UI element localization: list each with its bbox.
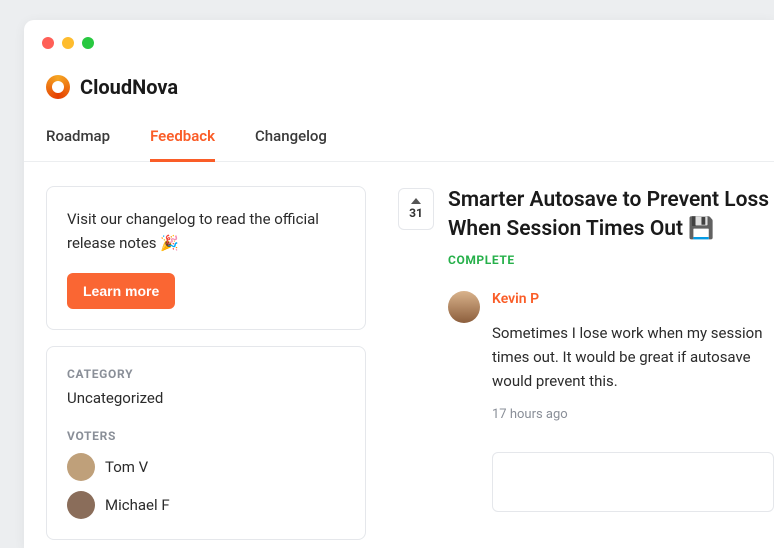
tab-feedback[interactable]: Feedback bbox=[150, 127, 215, 162]
window-controls bbox=[24, 20, 94, 49]
promo-card: Visit our changelog to read the official… bbox=[46, 186, 366, 330]
post-timestamp: 17 hours ago bbox=[492, 407, 774, 422]
tab-roadmap[interactable]: Roadmap bbox=[46, 127, 110, 162]
post-details: Kevin P Sometimes I lose work when my se… bbox=[492, 291, 774, 422]
brand-name: CloudNova bbox=[80, 75, 178, 99]
brand-logo-icon bbox=[46, 75, 70, 99]
avatar bbox=[67, 453, 95, 481]
voter-name: Michael F bbox=[105, 496, 170, 514]
reply-input[interactable] bbox=[492, 452, 774, 512]
category-value: Uncategorized bbox=[67, 389, 345, 407]
vote-count: 31 bbox=[409, 206, 423, 220]
status-badge: COMPLETE bbox=[448, 253, 774, 267]
minimize-window-button[interactable] bbox=[62, 37, 74, 49]
tab-changelog[interactable]: Changelog bbox=[255, 127, 327, 162]
author-name[interactable]: Kevin P bbox=[492, 291, 774, 307]
post-title: Smarter Autosave to Prevent Loss When Se… bbox=[448, 186, 774, 245]
close-window-button[interactable] bbox=[42, 37, 54, 49]
maximize-window-button[interactable] bbox=[82, 37, 94, 49]
voters-section: VOTERS Tom V Michael F bbox=[67, 429, 345, 519]
content-area: Visit our changelog to read the official… bbox=[24, 162, 774, 540]
header: CloudNova bbox=[24, 20, 774, 99]
voter-name: Tom V bbox=[105, 458, 148, 476]
post: Smarter Autosave to Prevent Loss When Se… bbox=[448, 186, 774, 540]
upvote-button[interactable]: 31 bbox=[398, 188, 434, 230]
chevron-up-icon bbox=[411, 198, 421, 204]
app-window: CloudNova Roadmap Feedback Changelog Vis… bbox=[24, 20, 774, 548]
voter-row[interactable]: Michael F bbox=[67, 491, 345, 519]
sidebar: Visit our changelog to read the official… bbox=[46, 186, 366, 540]
avatar bbox=[67, 491, 95, 519]
nav-tabs: Roadmap Feedback Changelog bbox=[24, 127, 774, 162]
post-body: Sometimes I lose work when my session ti… bbox=[492, 321, 774, 393]
post-author-row: Kevin P Sometimes I lose work when my se… bbox=[448, 291, 774, 422]
category-label: CATEGORY bbox=[67, 367, 345, 381]
promo-text: Visit our changelog to read the official… bbox=[67, 207, 345, 255]
brand[interactable]: CloudNova bbox=[46, 75, 752, 99]
learn-more-button[interactable]: Learn more bbox=[67, 273, 175, 309]
voter-row[interactable]: Tom V bbox=[67, 453, 345, 481]
author-avatar bbox=[448, 291, 480, 323]
main-panel: 31 Smarter Autosave to Prevent Loss When… bbox=[398, 186, 774, 540]
meta-card: CATEGORY Uncategorized VOTERS Tom V Mich… bbox=[46, 346, 366, 540]
voters-label: VOTERS bbox=[67, 429, 345, 443]
